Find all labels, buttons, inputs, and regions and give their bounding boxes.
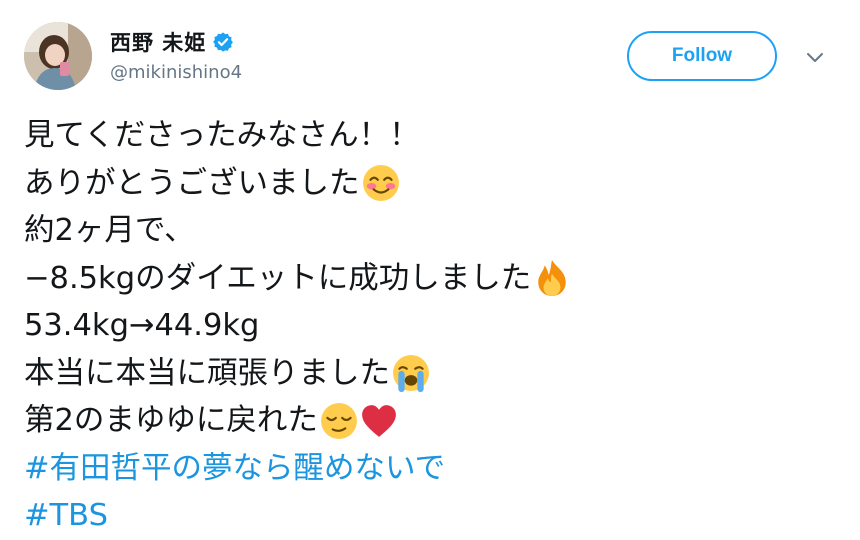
tweet-line-text: −8.5kgのダイエットに成功しました [24, 260, 532, 296]
user-handle[interactable]: @mikinishino4 [110, 62, 242, 83]
display-name[interactable]: 西野 未姫 [110, 27, 206, 57]
fire-emoji-icon [533, 259, 571, 297]
tweet-line: 約2ヶ月で、 [24, 207, 836, 255]
avatar[interactable] [24, 22, 92, 90]
tweet-line-text: 第2のまゆゆに戻れた [24, 403, 318, 438]
tweet-line: 53.4kg→44.9kg [24, 302, 836, 350]
tweet-line: −8.5kgのダイエットに成功しました [24, 255, 836, 303]
tweet-card: 西野 未姫 @mikinishino4 Follow 見てくださったみなさん！！… [0, 0, 860, 540]
tweet-line: 第2のまゆゆに戻れた [24, 397, 836, 445]
tweet-line: 本当に本当に頑張りました [24, 350, 836, 398]
verified-badge-icon [212, 31, 234, 53]
loudly-crying-face-emoji-icon [392, 354, 430, 393]
relieved-face-emoji-icon [320, 402, 358, 440]
hashtag-link[interactable]: #有田哲平の夢なら醒めないで [24, 445, 445, 493]
tweet-line-text: 約2ヶ月で、 [24, 213, 195, 248]
tweet-line-text: ありがとうございました [24, 165, 360, 201]
tweet-text: 見てくださったみなさん！！ ありがとうございました 約2ヶ月で、 −8.5kgの… [24, 112, 836, 540]
tweet-line-text: 見てくださったみなさん！！ [24, 118, 420, 153]
avatar-photo [24, 22, 92, 90]
tweet-line: ありがとうございました [24, 160, 836, 208]
follow-button[interactable]: Follow [627, 31, 777, 81]
red-heart-emoji-icon [360, 402, 398, 440]
tweet-line: 見てくださったみなさん！！ [24, 112, 836, 160]
tweet-line-text: 53.4kg→44.9kg [24, 308, 260, 343]
hashtag-link[interactable]: #TBS [24, 492, 108, 540]
hashtag-line: #TBS [24, 492, 836, 540]
hashtag-line: #有田哲平の夢なら醒めないで [24, 445, 836, 493]
tweet-line-text: 本当に本当に頑張りました [24, 355, 390, 391]
tweet-header: 西野 未姫 @mikinishino4 Follow [24, 22, 836, 92]
display-name-row: 西野 未姫 [110, 28, 242, 56]
user-names: 西野 未姫 @mikinishino4 [110, 28, 242, 83]
chevron-down-icon[interactable] [806, 50, 824, 64]
smiling-face-emoji-icon [362, 164, 400, 202]
